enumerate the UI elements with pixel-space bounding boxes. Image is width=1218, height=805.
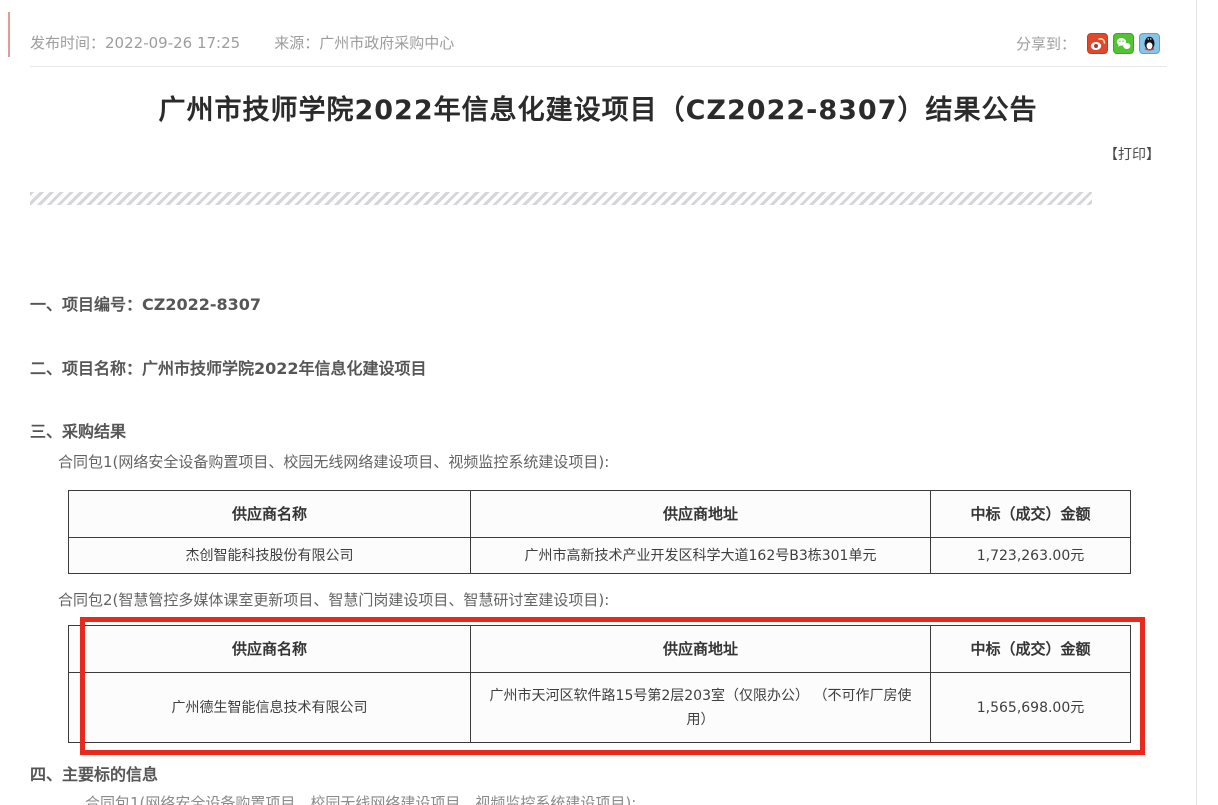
header-supplier-name: 供应商名称 <box>69 626 471 673</box>
section-procurement-result: 三、采购结果 <box>30 418 126 442</box>
qq-share-icon[interactable] <box>1139 33 1160 54</box>
share-label: 分享到： <box>1016 33 1076 54</box>
source: 来源：广州市政府采购中心 <box>274 32 454 53</box>
meta-divider <box>30 66 1167 67</box>
header-supplier-address: 供应商地址 <box>471 626 931 673</box>
publish-time-label: 发布时间： <box>30 34 105 52</box>
share-bar: 分享到： <box>1016 33 1160 54</box>
print-button[interactable]: 【打印】 <box>1104 144 1160 164</box>
award-amount-cell: 1,565,698.00元 <box>931 673 1131 743</box>
source-label: 来源： <box>274 34 319 52</box>
publish-time: 发布时间：2022-09-26 17:25 <box>30 32 240 53</box>
table-row: 广州德生智能信息技术有限公司 广州市天河区软件路15号第2层203室（仅限办公）… <box>69 673 1131 743</box>
wechat-share-icon[interactable] <box>1113 33 1134 54</box>
table-row: 杰创智能科技股份有限公司 广州市高新技术产业开发区科学大道162号B3栋301单… <box>69 538 1131 574</box>
table-header-row: 供应商名称 供应商地址 中标（成交）金额 <box>69 626 1131 673</box>
content-right-border <box>1196 0 1197 805</box>
announcement-page: 发布时间：2022-09-26 17:25 来源：广州市政府采购中心 分享到： <box>0 0 1218 805</box>
source-value: 广州市政府采购中心 <box>319 34 454 52</box>
header-supplier-address: 供应商地址 <box>471 491 931 538</box>
publish-time-value: 2022-09-26 17:25 <box>105 34 240 52</box>
supplier-name-cell: 广州德生智能信息技术有限公司 <box>69 673 471 743</box>
package1-label: 合同包1(网络安全设备购置项目、校园无线网络建设项目、视频监控系统建设项目): <box>58 451 609 472</box>
weibo-share-icon[interactable] <box>1087 33 1108 54</box>
header-supplier-name: 供应商名称 <box>69 491 471 538</box>
section-main-subject-info: 四、主要标的信息 <box>30 761 158 785</box>
supplier-name-cell: 杰创智能科技股份有限公司 <box>69 538 471 574</box>
package2-result-table: 供应商名称 供应商地址 中标（成交）金额 广州德生智能信息技术有限公司 广州市天… <box>68 625 1131 743</box>
header-award-amount: 中标（成交）金额 <box>931 491 1131 538</box>
supplier-address-cell: 广州市高新技术产业开发区科学大道162号B3栋301单元 <box>471 538 931 574</box>
section-project-name: 二、项目名称：广州市技师学院2022年信息化建设项目 <box>30 355 427 379</box>
supplier-address-cell: 广州市天河区软件路15号第2层203室（仅限办公） （不可作厂房使用） <box>471 673 931 743</box>
page-title: 广州市技师学院2022年信息化建设项目（CZ2022-8307）结果公告 <box>0 88 1196 127</box>
table-header-row: 供应商名称 供应商地址 中标（成交）金额 <box>69 491 1131 538</box>
package2-label: 合同包2(智慧管控多媒体课室更新项目、智慧门岗建设项目、智慧研讨室建设项目): <box>58 589 609 610</box>
package1-result-table: 供应商名称 供应商地址 中标（成交）金额 杰创智能科技股份有限公司 广州市高新技… <box>68 490 1131 574</box>
left-edge-artifact <box>8 12 10 57</box>
hatched-divider <box>30 192 1092 205</box>
header-award-amount: 中标（成交）金额 <box>931 626 1131 673</box>
section-project-number: 一、项目编号：CZ2022-8307 <box>30 291 261 315</box>
clipped-bottom-text: 合同包1(网络安全设备购置项目、校园无线网络建设项目、视频监控系统建设项目): <box>85 792 636 805</box>
meta-bar: 发布时间：2022-09-26 17:25 来源：广州市政府采购中心 <box>30 32 1170 53</box>
award-amount-cell: 1,723,263.00元 <box>931 538 1131 574</box>
